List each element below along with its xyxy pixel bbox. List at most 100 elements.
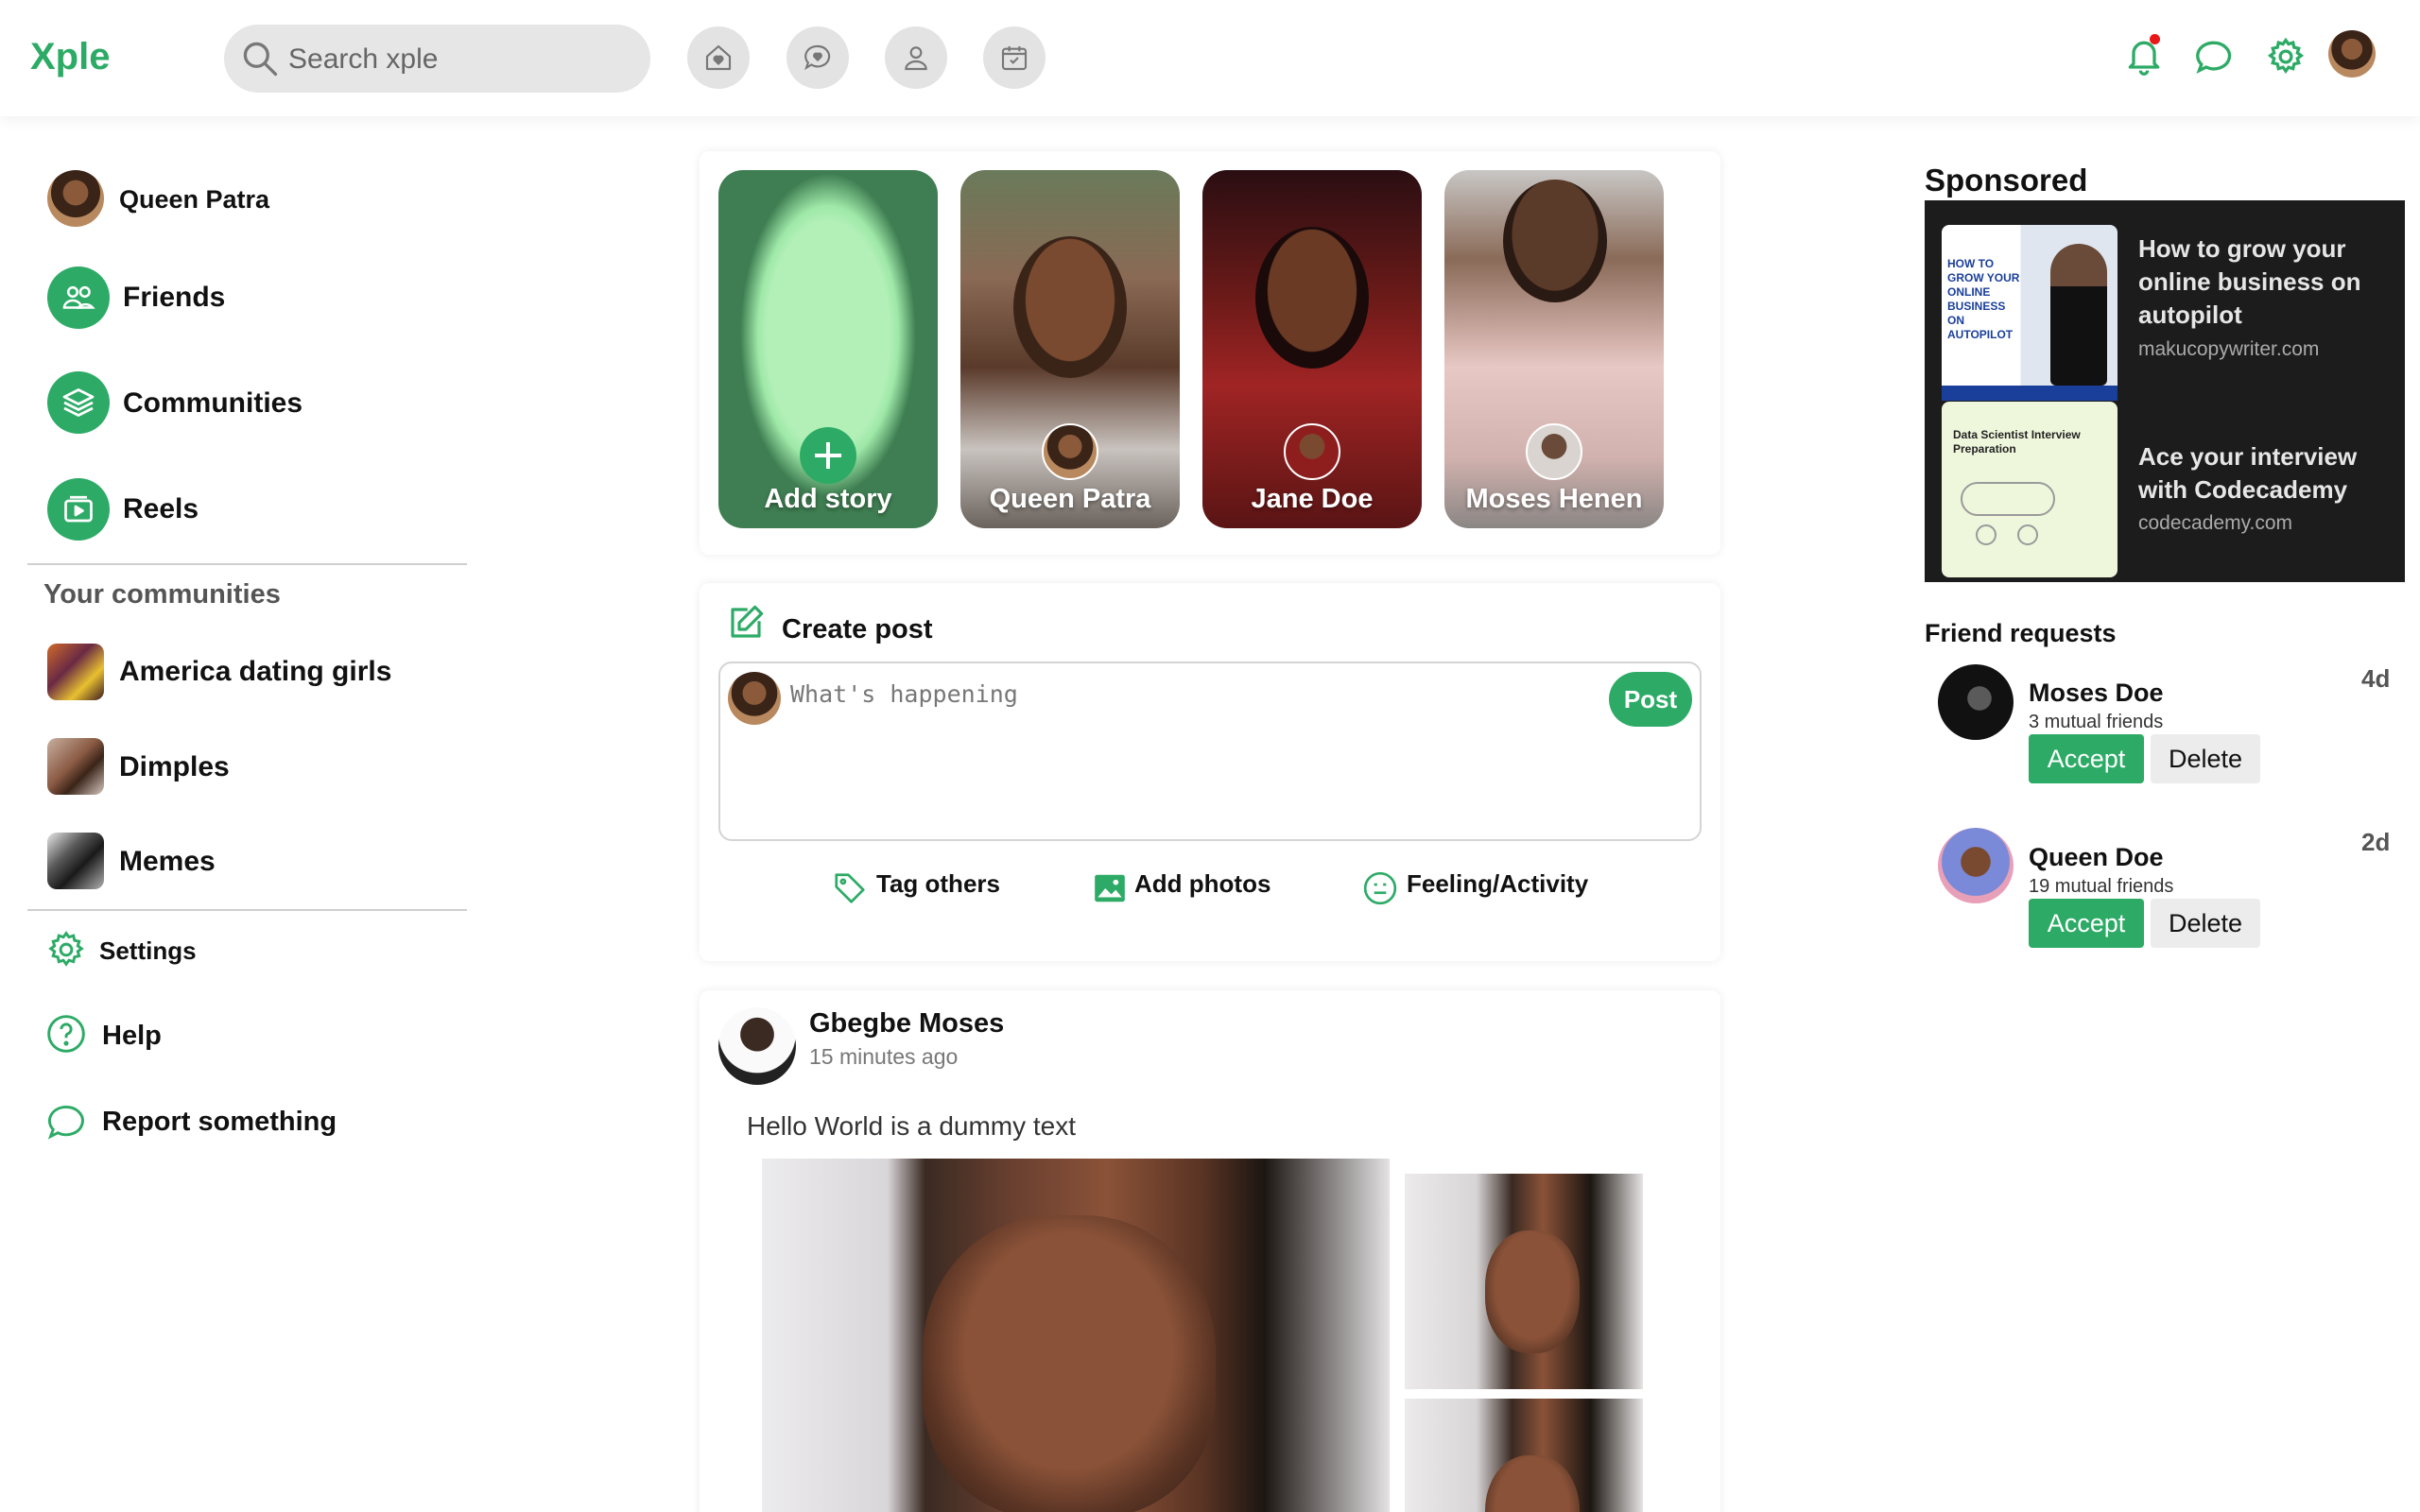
photo-subject [923,1215,1216,1512]
friend-request-mutual: 19 mutual friends [2029,876,2174,897]
add-photos-button[interactable]: Add photos [1134,869,1270,899]
nav-home-button[interactable] [687,26,750,89]
sidebar-help-link[interactable]: Help [102,1021,162,1052]
story-jane-doe[interactable]: Jane Doe [1202,170,1422,528]
story-image [1013,236,1127,378]
ad-title[interactable]: Ace your interview with Codecademy [2138,440,2394,507]
community-thumbnail[interactable] [47,833,104,889]
post-author-name[interactable]: Gbegbe Moses [809,1008,1004,1040]
friend-request-time: 2d [2361,828,2391,856]
tag-icon [835,873,865,903]
story-avatar [1284,423,1340,480]
layers-icon [62,388,95,417]
help-icon [47,1015,85,1053]
community-thumbnail[interactable] [47,644,104,700]
create-post-title: Create post [782,614,933,644]
story-avatar [1526,423,1582,480]
photo-subject [1485,1455,1580,1512]
search-bar[interactable]: Search xple [224,25,650,93]
accept-button[interactable]: Accept [2029,734,2144,783]
chat-icon[interactable] [2193,36,2235,77]
friend-request-name[interactable]: Moses Doe [2029,679,2164,708]
story-image [1503,180,1607,302]
gear-icon[interactable] [2265,36,2307,77]
app-root: Xple Search xple Queen Patra Friends Com… [0,0,2420,1512]
nav-messages-button[interactable] [786,26,849,89]
search-input[interactable]: Search xple [288,43,438,76]
calendar-icon [1001,46,1028,71]
edit-icon [731,605,764,638]
top-navbar: Xple Search xple [0,0,2420,116]
sidebar-settings-link[interactable]: Settings [99,936,197,966]
notification-dot [2150,34,2160,44]
post-input[interactable]: What's happening [790,680,1018,708]
community-thumbnail[interactable] [47,738,104,795]
community-item-memes[interactable]: Memes [119,846,216,878]
sidebar-profile-avatar[interactable] [47,170,104,227]
delete-button[interactable]: Delete [2151,899,2260,948]
ad-illustration-person [2017,524,2038,545]
communities-section-title: Your communities [43,579,281,610]
story-label: Jane Doe [1251,484,1374,514]
sidebar-item-communities[interactable] [47,371,110,434]
sidebar-item-friends[interactable] [47,266,110,329]
post-photo-side[interactable] [1405,1399,1643,1512]
post-author-avatar[interactable] [718,1007,796,1085]
sidebar-report-link[interactable]: Report something [102,1107,337,1138]
friend-request-avatar[interactable] [1938,664,2014,740]
community-item-dimples[interactable]: Dimples [119,751,230,783]
search-icon [243,42,278,77]
sidebar-item-label[interactable]: Reels [123,493,199,525]
profile-avatar[interactable] [2328,30,2376,77]
story-label: Queen Patra [989,484,1151,514]
ad-title[interactable]: How to grow your online business on auto… [2138,232,2394,332]
ad-thumbnail-stripe [1942,386,2118,401]
tag-others-button[interactable]: Tag others [876,869,1000,899]
smiley-icon [1363,871,1397,905]
nav-events-button[interactable] [983,26,1046,89]
post-timestamp: 15 minutes ago [809,1044,959,1069]
ad-thumbnail[interactable]: Data Scientist Interview Preparation [1942,402,2118,577]
home-heart-icon [705,44,732,71]
ad-thumbnail-text: Data Scientist Interview Preparation [1953,428,2081,455]
sidebar-divider [27,563,467,565]
accept-button[interactable]: Accept [2029,899,2144,948]
user-icon [905,46,927,71]
app-logo[interactable]: Xple [30,36,110,78]
story-label: Add story [764,484,892,514]
friend-requests-title: Friend requests [1925,619,2117,647]
story-add[interactable]: Add story [718,170,938,528]
sidebar-divider [27,909,467,911]
friend-request-avatar[interactable] [1938,828,2014,903]
post-photo-main[interactable] [762,1159,1390,1512]
image-icon [1095,874,1125,902]
friend-request-time: 4d [2361,664,2391,693]
delete-button[interactable]: Delete [2151,734,2260,783]
story-image [1255,227,1369,369]
friends-icon [62,285,95,309]
plus-icon[interactable] [800,427,856,484]
sidebar-item-reels[interactable] [47,478,110,541]
ad-illustration [1961,482,2055,516]
story-queen-patra[interactable]: Queen Patra [960,170,1180,528]
post-text: Hello World is a dummy text [747,1111,1077,1141]
community-item-america-dating-girls[interactable]: America dating girls [119,656,391,688]
sponsored-title: Sponsored [1925,163,2088,198]
sidebar-item-label[interactable]: Friends [123,282,225,314]
ad-site: makucopywriter.com [2138,338,2320,360]
ad-thumbnail-text: HOW TO GROW YOUR ONLINE BUSINESS ON AUTO… [1947,257,2020,341]
story-label: Moses Henen [1465,484,1643,514]
ad-illustration-person [1976,524,1996,545]
post-photo-side[interactable] [1405,1174,1643,1389]
friend-request-name[interactable]: Queen Doe [2029,843,2164,872]
sidebar-item-label[interactable]: Communities [123,387,302,420]
reels-icon [64,495,93,523]
sidebar-profile-name[interactable]: Queen Patra [119,185,269,215]
ad-thumbnail[interactable]: HOW TO GROW YOUR ONLINE BUSINESS ON AUTO… [1942,225,2118,401]
nav-profile-button[interactable] [885,26,947,89]
story-avatar [1042,423,1098,480]
ad-person-image [2050,244,2107,386]
story-moses-henen[interactable]: Moses Henen [1444,170,1664,528]
post-button[interactable]: Post [1609,672,1692,727]
feeling-activity-button[interactable]: Feeling/Activity [1407,869,1588,899]
